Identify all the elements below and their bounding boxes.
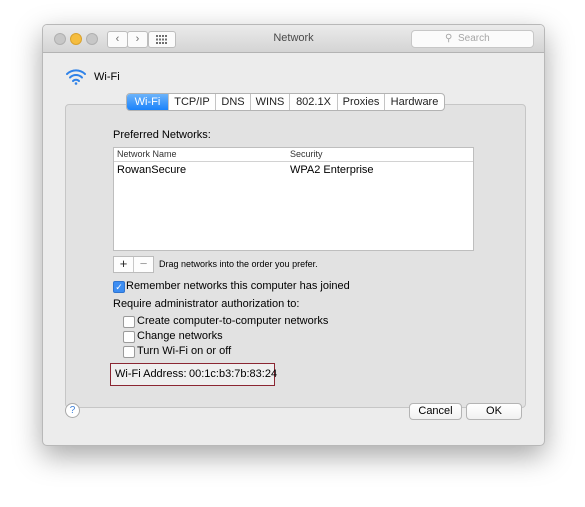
title-bar: ‹ › Network ⚲ Search [43,25,544,53]
tab-proxies[interactable]: Proxies [338,94,385,110]
wifi-address-label: Wi-Fi Address: [115,368,187,380]
question-icon: ? [69,405,76,416]
wifi-address-value: 00:1c:b3:7b:83:24 [189,368,278,380]
tab-hardware[interactable]: Hardware [385,94,444,110]
device-name: Wi-Fi [94,71,120,83]
admin-authorization-label: Require administrator authorization to: [113,298,300,310]
minus-icon: − [139,256,148,271]
list-header: Network Name Security [114,148,473,162]
remember-networks-label: Remember networks this computer has join… [126,280,350,292]
help-button[interactable]: ? [65,403,80,418]
tab-tcpip[interactable]: TCP/IP [169,94,216,110]
cancel-button[interactable]: Cancel [409,403,462,420]
preferred-networks-list[interactable]: Network Name Security RowanSecure WPA2 E… [113,147,474,251]
ok-button[interactable]: OK [466,403,522,420]
column-header-security[interactable]: Security [290,149,323,159]
checkmark-icon: ✓ [115,282,123,292]
wifi-icon [66,69,86,85]
search-input[interactable]: ⚲ Search [411,30,534,48]
remove-network-button[interactable]: − [133,257,153,272]
change-networks-checkbox[interactable] [123,331,135,343]
plus-icon: + [119,256,128,271]
network-window: ‹ › Network ⚲ Search Wi-Fi Wi-Fi TCP/IP … [42,24,545,446]
remember-networks-checkbox[interactable]: ✓ [113,281,125,293]
add-remove-control: + − [113,256,154,273]
search-icon: ⚲ [445,33,453,44]
change-networks-label: Change networks [137,330,223,342]
wifi-address-box: Wi-Fi Address: 00:1c:b3:7b:83:24 [110,363,278,386]
create-networks-checkbox[interactable] [123,316,135,328]
column-header-network-name[interactable]: Network Name [117,149,177,159]
turn-wifi-label: Turn Wi-Fi on or off [137,345,232,357]
create-networks-label: Create computer-to-computer networks [137,315,329,327]
add-network-button[interactable]: + [114,257,133,272]
tab-wins[interactable]: WINS [251,94,290,110]
search-placeholder: Search [458,33,490,44]
security-cell: WPA2 Enterprise [290,164,374,176]
tab-dns[interactable]: DNS [216,94,251,110]
tab-802-1x[interactable]: 802.1X [290,94,338,110]
network-name-cell: RowanSecure [117,164,187,176]
tab-wifi[interactable]: Wi-Fi [127,94,169,110]
tab-bar: Wi-Fi TCP/IP DNS WINS 802.1X Proxies Har… [126,93,445,111]
preferred-networks-label: Preferred Networks: [113,129,211,141]
turn-wifi-checkbox[interactable] [123,346,135,358]
table-row[interactable]: RowanSecure WPA2 Enterprise [114,164,473,179]
drag-hint: Drag networks into the order you prefer. [159,259,318,269]
